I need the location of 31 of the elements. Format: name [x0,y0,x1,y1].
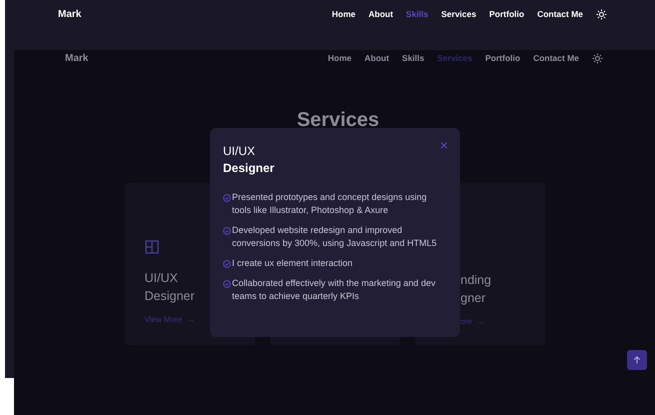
nav-link[interactable]: About [368,9,394,19]
check-circle-icon [223,226,231,234]
nav-link[interactable]: About [364,53,390,63]
modal-title: Designer [223,160,274,177]
list-item: Developed website redesign and improved conversions by 300%, using Javascript and HTML5 [232,224,438,250]
nav-link[interactable]: Portfolio [489,9,524,19]
card-title: gner [460,290,487,307]
nav-link[interactable]: Services [441,9,476,19]
list-item: I create ux element interaction [232,257,353,270]
card-title: Designer [144,288,195,305]
scroll-top-button[interactable] [627,350,647,370]
nav-link[interactable]: Contact Me [533,53,579,63]
nav-link[interactable]: Skills [402,53,424,63]
check-circle-icon [223,260,231,268]
nav-link[interactable]: Home [332,9,356,19]
list-item: Presented prototypes and concept designs using tools like Illustrator, Photoshop & Axure [232,191,428,217]
brand-name[interactable]: Mark [65,52,88,64]
check-circle-icon [223,194,231,202]
list-item: Collaborated effectively with the marketing and dev teams to achieve quarterly KPIs [232,277,436,303]
arrow-up-icon [633,356,641,364]
check-circle-icon [223,280,231,288]
nav-link[interactable]: Home [328,53,352,63]
section-heading: Services [296,110,380,130]
nav-link[interactable]: Contact Me [537,9,583,19]
brand-name[interactable]: Mark [58,8,82,20]
sun-icon[interactable] [592,52,603,64]
nav-link[interactable]: Portfolio [485,53,520,63]
modal-title: UI/UX [223,143,256,160]
card-title: nding [460,272,492,289]
layout-icon [144,240,158,254]
card-title: UI/UX [144,270,179,287]
